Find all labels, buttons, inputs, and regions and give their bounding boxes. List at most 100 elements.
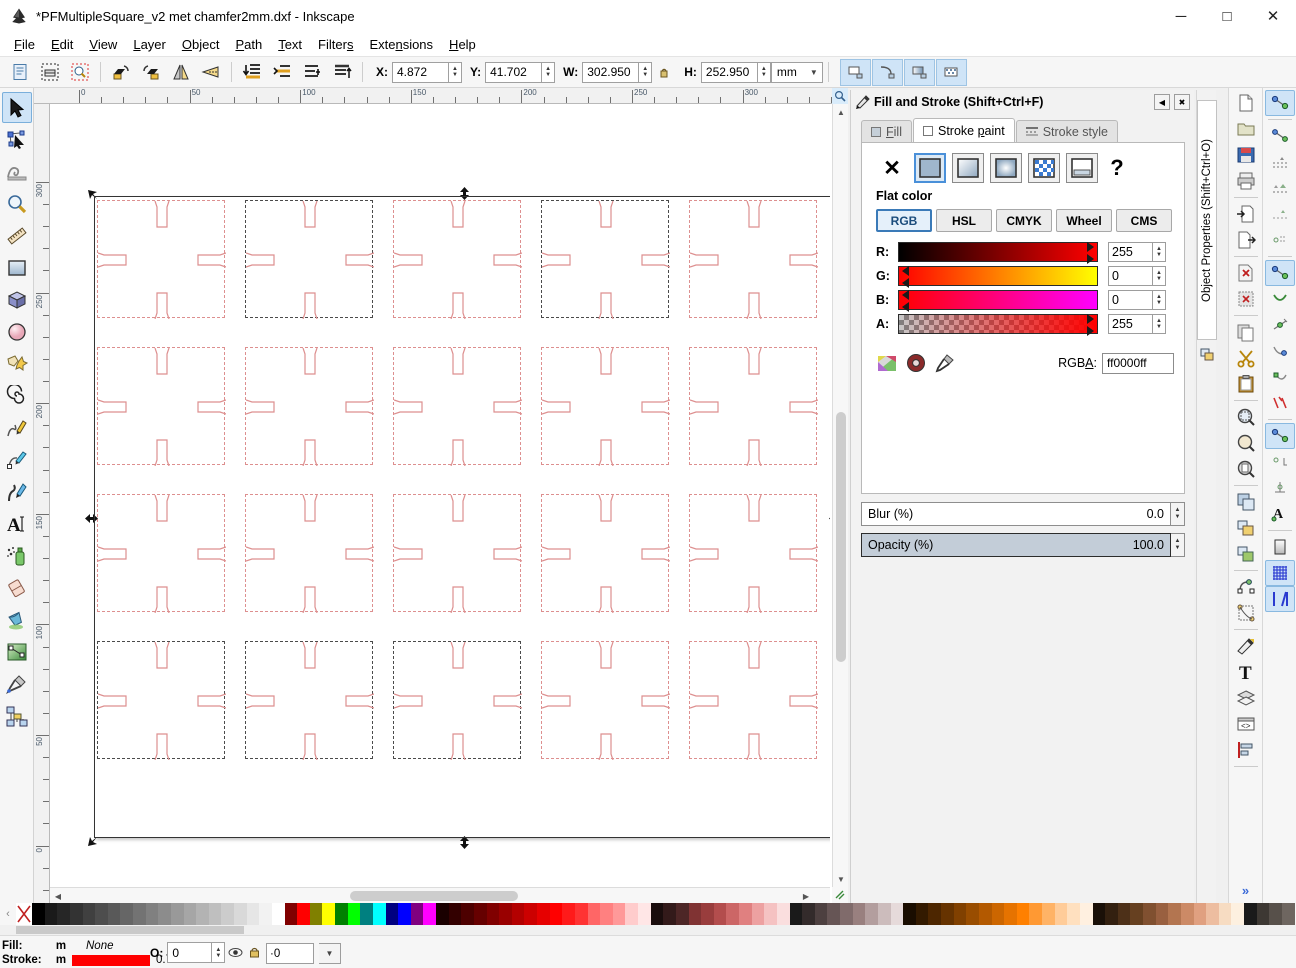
menu-file[interactable]: FFileile [6, 34, 43, 55]
palette-swatch[interactable] [158, 903, 171, 925]
snap-grids-icon[interactable] [1264, 560, 1295, 586]
palette-swatch[interactable] [877, 903, 891, 925]
radial-gradient-icon[interactable] [990, 153, 1022, 183]
channel-a-input[interactable] [1108, 314, 1152, 334]
measure-tool[interactable] [2, 220, 32, 251]
tweak-tool[interactable] [2, 156, 32, 187]
selector-tool[interactable] [1, 92, 32, 123]
snap-bbox-centers-icon[interactable] [1265, 227, 1295, 253]
document-page[interactable] [94, 196, 830, 838]
palette-swatch[interactable] [903, 903, 916, 925]
snap-bounding-box-icon[interactable] [1265, 123, 1295, 149]
snap-paths-icon[interactable] [1265, 286, 1295, 312]
canvas-resize-grip[interactable] [832, 887, 848, 903]
snap-smooth-nodes-icon[interactable] [1265, 364, 1295, 390]
palette-swatch[interactable] [537, 903, 550, 925]
redo-icon[interactable] [1231, 286, 1261, 312]
question-mark-icon[interactable]: ? [1104, 153, 1130, 183]
palette-swatch[interactable] [486, 903, 500, 925]
palette-swatch[interactable] [234, 903, 247, 925]
color-mode-hsl[interactable]: HSL [936, 209, 992, 232]
import-icon[interactable] [1231, 201, 1261, 227]
palette-swatch[interactable] [1117, 903, 1131, 925]
object-to-path-icon[interactable] [1231, 600, 1261, 626]
w-spin-arrows[interactable]: ▲ ▼ [638, 61, 653, 83]
palette-swatch[interactable] [360, 903, 373, 925]
channel-a-slider[interactable] [898, 314, 1098, 336]
tab-fill[interactable]: Fill [861, 120, 912, 142]
palette-swatch[interactable] [1218, 903, 1232, 925]
palette-swatch[interactable] [410, 903, 424, 925]
gradient-tool[interactable] [2, 636, 32, 667]
snap-text-baseline-icon[interactable]: A [1265, 501, 1295, 527]
palette-swatch[interactable] [170, 903, 184, 925]
palette-swatch[interactable] [814, 903, 828, 925]
zoom-drawing-icon[interactable] [1231, 430, 1261, 456]
palette-swatch[interactable] [398, 903, 411, 925]
palette-swatch[interactable] [372, 903, 386, 925]
palette-swatch[interactable] [1079, 903, 1093, 925]
palette-swatch[interactable] [1016, 903, 1030, 925]
h-spinner[interactable]: ▲▼ [700, 61, 771, 83]
close-button[interactable]: ✕ [1250, 0, 1296, 32]
dropper-tool[interactable] [2, 668, 32, 699]
horizontal-ruler[interactable]: 0 50 100 150 200 250 300 [34, 88, 848, 104]
horizontal-scrollbar[interactable]: ◀ ▶ [50, 887, 830, 903]
group-icon[interactable] [1231, 515, 1261, 541]
bezier-tool[interactable] [2, 444, 32, 475]
palette-swatch[interactable] [852, 903, 866, 925]
blur-spin[interactable]: ▲ ▼ [1171, 502, 1185, 526]
tab-stroke-paint[interactable]: Stroke paint [912, 118, 1015, 142]
palette-swatch[interactable] [82, 903, 96, 925]
snap-path-intersections-icon[interactable] [1265, 312, 1295, 338]
drawing-square[interactable] [689, 494, 818, 613]
palette-swatch[interactable] [1105, 903, 1118, 925]
raise-icon[interactable] [268, 59, 296, 86]
channel-b-slider[interactable] [898, 290, 1098, 312]
channel-g-input[interactable] [1108, 266, 1152, 286]
palette-swatch[interactable] [1180, 903, 1194, 925]
rgba-target-icon[interactable] [905, 352, 927, 374]
palette-swatch[interactable] [978, 903, 992, 925]
palette-swatch[interactable] [701, 903, 714, 925]
layer-lock-icon[interactable] [248, 945, 261, 962]
color-mode-rgb[interactable]: RGB [876, 209, 932, 232]
ellipse-tool[interactable] [2, 316, 32, 347]
drawing-square[interactable] [393, 641, 522, 760]
drawing-square[interactable] [393, 494, 522, 613]
menu-layer[interactable]: Layer [125, 34, 174, 55]
drawing-square[interactable] [97, 200, 226, 319]
channel-b-spin[interactable]: ▲ ▼ [1152, 290, 1166, 310]
no-paint-x-icon[interactable]: ✕ [876, 153, 908, 183]
palette-swatch[interactable] [221, 903, 234, 925]
palette-swatch[interactable] [688, 903, 702, 925]
scroll-right-icon[interactable]: ▶ [798, 888, 814, 904]
menu-object[interactable]: Object [174, 34, 228, 55]
palette-swatch[interactable] [1130, 903, 1143, 925]
channel-a-spin[interactable]: ▲ ▼ [1152, 314, 1166, 334]
palette-swatch[interactable] [600, 903, 613, 925]
palette-swatch[interactable] [133, 903, 146, 925]
maximize-button[interactable]: □ [1204, 0, 1250, 32]
channel-r-knob[interactable] [1087, 242, 1098, 264]
snap-bbox-edge-midpoints-icon[interactable] [1265, 201, 1295, 227]
flip-vertical-icon[interactable] [197, 59, 225, 86]
palette-swatch[interactable] [183, 903, 197, 925]
eyedropper-pick-icon[interactable] [934, 352, 956, 374]
eraser-tool[interactable] [2, 572, 32, 603]
opacity-spin-arrows[interactable]: ▲ ▼ [211, 942, 226, 963]
palette-swatch[interactable] [1168, 903, 1181, 925]
snap-page-border-icon[interactable] [1265, 534, 1295, 560]
palette-swatch[interactable] [1067, 903, 1080, 925]
stroke-color-swatch[interactable] [72, 954, 150, 966]
drawing-square[interactable] [541, 494, 670, 613]
new-document-icon[interactable] [1231, 90, 1261, 116]
rectangle-tool[interactable] [2, 252, 32, 283]
rotate-ccw-90-icon[interactable] [107, 59, 135, 86]
drawing-square[interactable] [541, 641, 670, 760]
h-input[interactable] [700, 61, 757, 83]
snap-bbox-edges-icon[interactable] [1265, 149, 1295, 175]
drawing-square[interactable] [689, 200, 818, 319]
chevron-down-icon[interactable]: ▼ [319, 943, 341, 964]
color-palette[interactable] [16, 903, 1295, 925]
